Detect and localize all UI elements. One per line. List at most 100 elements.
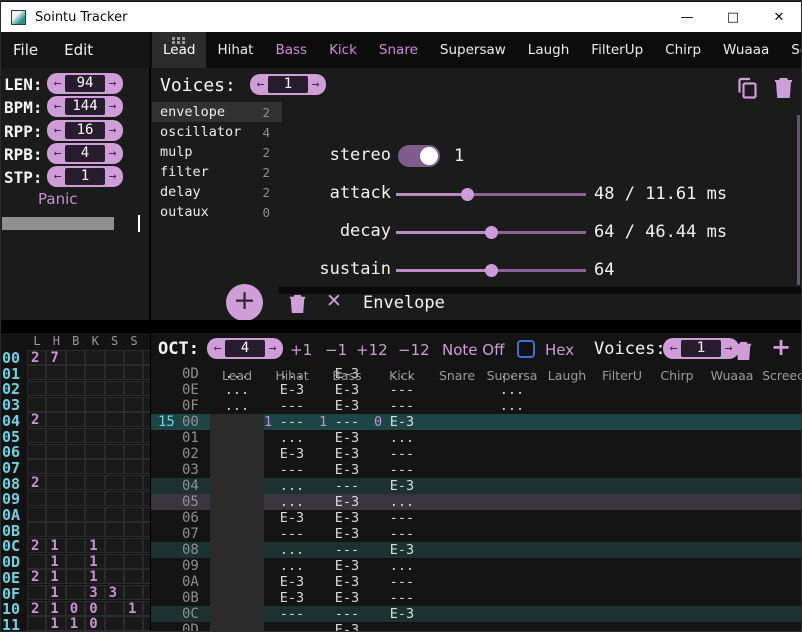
transpose-plus1-button[interactable]: +1 xyxy=(290,341,312,359)
order-cell[interactable]: 1 xyxy=(85,554,104,569)
order-cell[interactable] xyxy=(66,444,85,459)
order-cell[interactable] xyxy=(143,459,150,474)
rpb-stepper[interactable]: ←4→ xyxy=(47,143,123,164)
order-cell[interactable] xyxy=(46,428,65,443)
order-cell[interactable]: 1 xyxy=(85,569,104,584)
order-cell[interactable] xyxy=(66,459,85,474)
order-cell[interactable]: 0 xyxy=(85,601,104,616)
empty-pattern-cell[interactable] xyxy=(210,494,264,510)
note-cell[interactable]: ... xyxy=(265,558,319,574)
order-cell[interactable] xyxy=(46,507,65,522)
empty-pattern-cell[interactable] xyxy=(210,430,264,446)
order-cell[interactable] xyxy=(66,397,85,412)
transpose-minus1-button[interactable]: −1 xyxy=(325,341,347,359)
order-cell[interactable] xyxy=(46,381,65,396)
order-cell[interactable] xyxy=(124,459,143,474)
order-cell[interactable] xyxy=(143,585,150,600)
note-cell[interactable]: E-3 xyxy=(320,430,374,446)
order-cell[interactable] xyxy=(27,522,46,537)
rpb-stepper-value[interactable]: 4 xyxy=(65,145,105,162)
unit-row-outaux[interactable]: outaux0 xyxy=(152,202,282,222)
order-cell[interactable] xyxy=(66,538,85,553)
copy-instrument-icon[interactable] xyxy=(735,76,759,100)
tab-bass[interactable]: Bass xyxy=(264,32,318,68)
octave-stepper-value[interactable]: 4 xyxy=(225,340,265,357)
order-cell[interactable] xyxy=(66,475,85,490)
instrument-voices-stepper-value[interactable]: 1 xyxy=(268,76,308,93)
bpm-stepper-decrease[interactable]: ← xyxy=(50,96,65,117)
order-cell[interactable] xyxy=(124,491,143,506)
order-cell[interactable] xyxy=(46,365,65,380)
unit-row-delay[interactable]: delay2 xyxy=(152,182,282,202)
note-cell[interactable]: --- xyxy=(375,382,429,398)
menu-file[interactable]: File xyxy=(13,41,38,59)
order-cell[interactable] xyxy=(27,428,46,443)
order-cell[interactable] xyxy=(66,522,85,537)
order-cell[interactable]: 1 xyxy=(124,601,143,616)
order-cell[interactable] xyxy=(124,475,143,490)
order-cell[interactable] xyxy=(143,507,150,522)
order-cell[interactable] xyxy=(105,350,124,365)
order-cell[interactable] xyxy=(27,381,46,396)
len-stepper-value[interactable]: 94 xyxy=(65,75,105,92)
sustain-slider-knob[interactable] xyxy=(485,264,498,277)
order-cell[interactable] xyxy=(27,459,46,474)
order-cell[interactable] xyxy=(85,491,104,506)
order-cell[interactable]: 2 xyxy=(27,601,46,616)
note-cell[interactable]: ... xyxy=(375,558,429,574)
tab-laugh[interactable]: Laugh xyxy=(517,32,580,68)
note-cell[interactable]: --- xyxy=(375,590,429,606)
sustain-slider[interactable] xyxy=(396,269,586,272)
note-cell[interactable]: --- xyxy=(265,462,319,478)
order-cell[interactable] xyxy=(66,428,85,443)
rpp-stepper-value[interactable]: 16 xyxy=(65,122,105,139)
bpm-stepper[interactable]: ←144→ xyxy=(47,96,123,117)
order-cell[interactable] xyxy=(105,538,124,553)
tab-snare[interactable]: Snare xyxy=(368,32,429,68)
parameter-scrollbar[interactable] xyxy=(797,115,800,285)
note-off-button[interactable]: Note Off xyxy=(442,341,504,359)
note-cell[interactable]: ... xyxy=(265,542,319,558)
note-cell[interactable]: E-3 xyxy=(265,446,319,462)
stereo-toggle[interactable] xyxy=(398,145,440,167)
instrument-voices-stepper-increase[interactable]: → xyxy=(308,74,323,95)
bpm-stepper-increase[interactable]: → xyxy=(105,96,120,117)
order-cell[interactable] xyxy=(143,538,150,553)
octave-stepper-decrease[interactable]: ← xyxy=(210,338,225,359)
stp-stepper-decrease[interactable]: ← xyxy=(50,166,65,187)
note-cell[interactable]: --- xyxy=(320,606,374,622)
order-cell[interactable] xyxy=(143,428,150,443)
order-cell[interactable] xyxy=(143,522,150,537)
order-cell[interactable] xyxy=(66,350,85,365)
order-cell[interactable] xyxy=(27,616,46,631)
instrument-voices-stepper-decrease[interactable]: ← xyxy=(253,74,268,95)
note-cell[interactable]: E-3 xyxy=(320,622,374,632)
order-cell[interactable] xyxy=(46,491,65,506)
instrument-voices-stepper[interactable]: ←1→ xyxy=(250,74,326,95)
order-cell[interactable] xyxy=(27,585,46,600)
order-cell[interactable]: 2 xyxy=(27,412,46,427)
order-cell[interactable] xyxy=(143,601,150,616)
order-cell[interactable] xyxy=(66,585,85,600)
order-cell[interactable] xyxy=(46,444,65,459)
empty-pattern-cell[interactable] xyxy=(210,574,264,590)
order-cell[interactable] xyxy=(66,491,85,506)
order-cell[interactable] xyxy=(46,397,65,412)
track-voices-stepper[interactable]: ←1→ xyxy=(663,338,739,359)
order-cell[interactable]: 7 xyxy=(46,350,65,365)
order-cell[interactable] xyxy=(143,444,150,459)
clear-unit-icon[interactable]: ✕ xyxy=(326,290,342,312)
order-cell[interactable] xyxy=(27,444,46,459)
note-cell[interactable]: E-3 xyxy=(265,510,319,526)
order-cell[interactable] xyxy=(105,507,124,522)
empty-pattern-cell[interactable] xyxy=(210,622,264,632)
note-cell[interactable]: 0E-3 xyxy=(375,414,429,430)
order-cell[interactable] xyxy=(46,459,65,474)
order-cell[interactable]: 1 xyxy=(46,554,65,569)
order-cell[interactable] xyxy=(105,522,124,537)
unit-row-oscillator[interactable]: oscillator4 xyxy=(152,122,282,142)
order-cell[interactable] xyxy=(143,569,150,584)
order-cell[interactable] xyxy=(143,616,150,631)
order-cell[interactable] xyxy=(85,522,104,537)
order-cell[interactable] xyxy=(85,507,104,522)
